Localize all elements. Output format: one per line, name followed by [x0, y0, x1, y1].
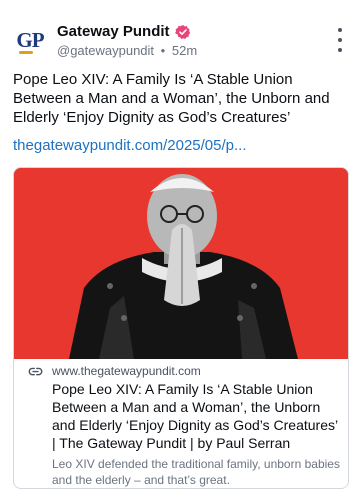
card-domain: www.thegatewaypundit.com [52, 364, 201, 378]
card-domain-row: www.thegatewaypundit.com [28, 363, 340, 379]
timestamp[interactable]: 52m [172, 43, 197, 58]
display-name[interactable]: Gateway Pundit [57, 23, 170, 40]
avatar[interactable]: GP [12, 22, 48, 58]
author-block: Gateway Pundit @gatewaypundit • 52m [57, 22, 197, 58]
more-options-icon[interactable] [335, 28, 345, 52]
verified-badge-icon [174, 24, 190, 39]
menu-dot [338, 28, 342, 32]
menu-dot [338, 48, 342, 52]
card-image[interactable] [14, 168, 348, 359]
card-title[interactable]: Pope Leo XIV: A Family Is ‘A Stable Unio… [52, 380, 342, 452]
handle[interactable]: @gatewaypundit [57, 43, 154, 58]
avatar-swoosh [19, 51, 33, 54]
post-header: GP Gateway Pundit @gatewaypundit • 52m [12, 22, 351, 62]
link-preview-card[interactable]: www.thegatewaypundit.com Pope Leo XIV: A… [13, 167, 349, 489]
link-icon [28, 367, 43, 375]
post: GP Gateway Pundit @gatewaypundit • 52m P… [0, 0, 363, 500]
post-text: Pope Leo XIV: A Family Is ‘A Stable Unio… [13, 71, 330, 126]
meta-separator: • [160, 43, 166, 58]
display-name-row: Gateway Pundit [57, 22, 197, 41]
author-meta: @gatewaypundit • 52m [57, 43, 197, 58]
menu-dot [338, 38, 342, 42]
post-link[interactable]: thegatewaypundit.com/2025/05/p... [13, 137, 247, 154]
card-body: www.thegatewaypundit.com Pope Leo XIV: A… [14, 363, 348, 488]
pope-photo [14, 168, 348, 359]
card-description: Leo XIV defended the traditional family,… [52, 457, 340, 487]
avatar-logo: GP [16, 27, 44, 52]
